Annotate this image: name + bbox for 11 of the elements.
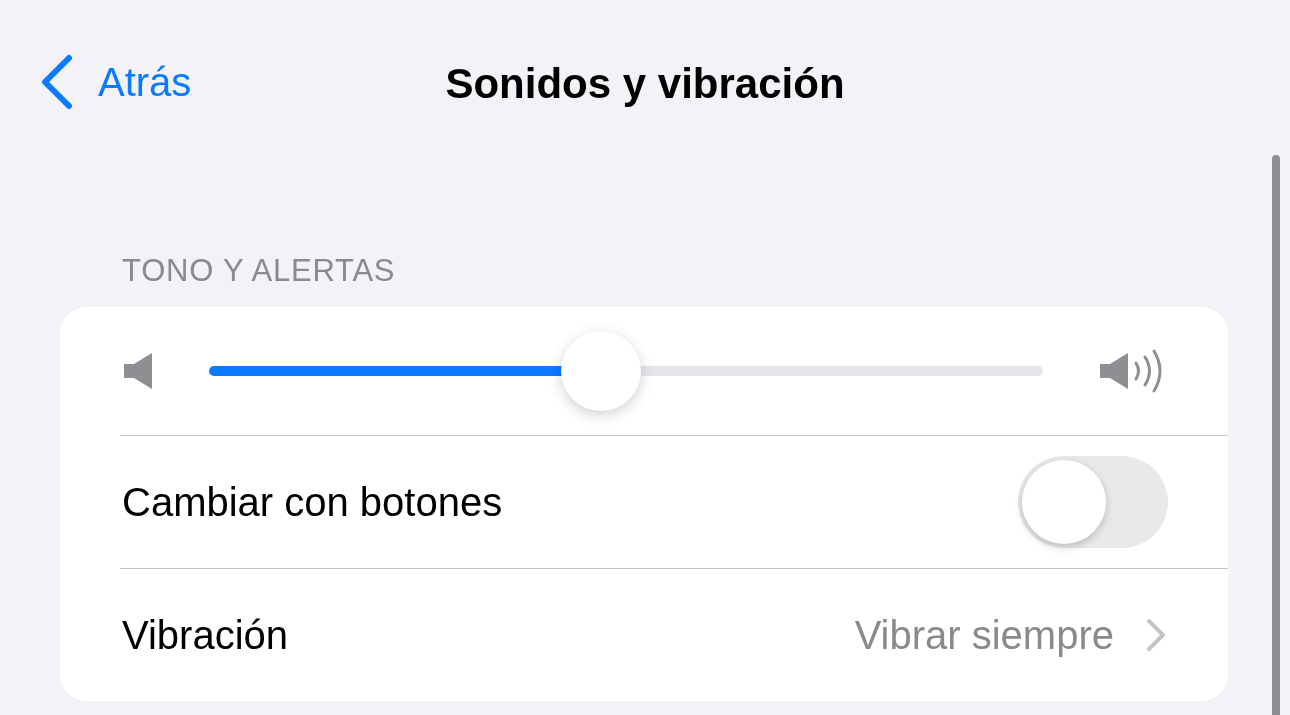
slider-thumb[interactable] <box>560 330 641 411</box>
chevron-right-icon <box>1146 617 1166 652</box>
speaker-icon <box>122 350 154 391</box>
vibration-row[interactable]: Vibración Vibrar siempre <box>60 568 1228 701</box>
volume-slider[interactable] <box>209 330 1043 411</box>
section-header: TONO Y ALERTAS <box>122 252 397 290</box>
back-button[interactable]: Atrás <box>38 52 192 112</box>
screen-title: Sonidos y vibración <box>445 59 845 109</box>
setting-label: Cambiar con botones <box>122 478 503 526</box>
setting-value: Vibrar siempre <box>854 611 1114 659</box>
setting-label: Vibración <box>122 611 289 659</box>
